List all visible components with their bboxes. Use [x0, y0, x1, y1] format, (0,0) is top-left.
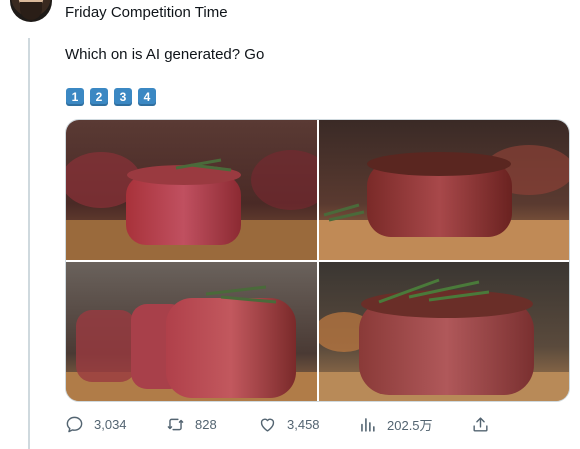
- keycap-4-emoji: 4: [138, 88, 156, 106]
- keycap-2-emoji: 2: [90, 88, 108, 106]
- keycap-3-emoji: 3: [114, 88, 132, 106]
- views-button[interactable]: 202.5万: [358, 415, 433, 434]
- keycap-1-emoji: 1: [66, 88, 84, 106]
- keycap-emoji-row: 1 2 3 4: [66, 88, 156, 106]
- thread-line: [28, 38, 30, 449]
- reply-count: 3,034: [94, 417, 127, 432]
- avatar-beard: [20, 2, 42, 20]
- heart-icon: [260, 418, 275, 432]
- steak-photo-3[interactable]: [66, 262, 317, 401]
- like-button[interactable]: 3,458: [258, 415, 320, 434]
- retweet-count: 828: [195, 417, 217, 432]
- retweet-icon: [167, 418, 184, 431]
- retweet-button[interactable]: 828: [166, 415, 217, 434]
- share-button[interactable]: [471, 415, 490, 434]
- analytics-icon: [361, 418, 375, 432]
- steak-photo-2[interactable]: [319, 120, 569, 260]
- views-count: 202.5万: [387, 418, 433, 433]
- media-grid: [65, 119, 570, 402]
- share-icon: [473, 417, 488, 432]
- reply-button[interactable]: 3,034: [65, 415, 127, 434]
- tweet-actions-bar: 3,034 828 3,458 202.5万: [65, 415, 495, 437]
- avatar[interactable]: [10, 0, 52, 22]
- like-count: 3,458: [287, 417, 320, 432]
- steak-photo-4[interactable]: [319, 262, 569, 401]
- reply-icon: [66, 416, 83, 433]
- tweet-text-line-1: Friday Competition Time: [65, 4, 228, 21]
- steak-photo-1[interactable]: [66, 120, 317, 260]
- tweet-text-line-2: Which on is AI generated? Go: [65, 46, 265, 63]
